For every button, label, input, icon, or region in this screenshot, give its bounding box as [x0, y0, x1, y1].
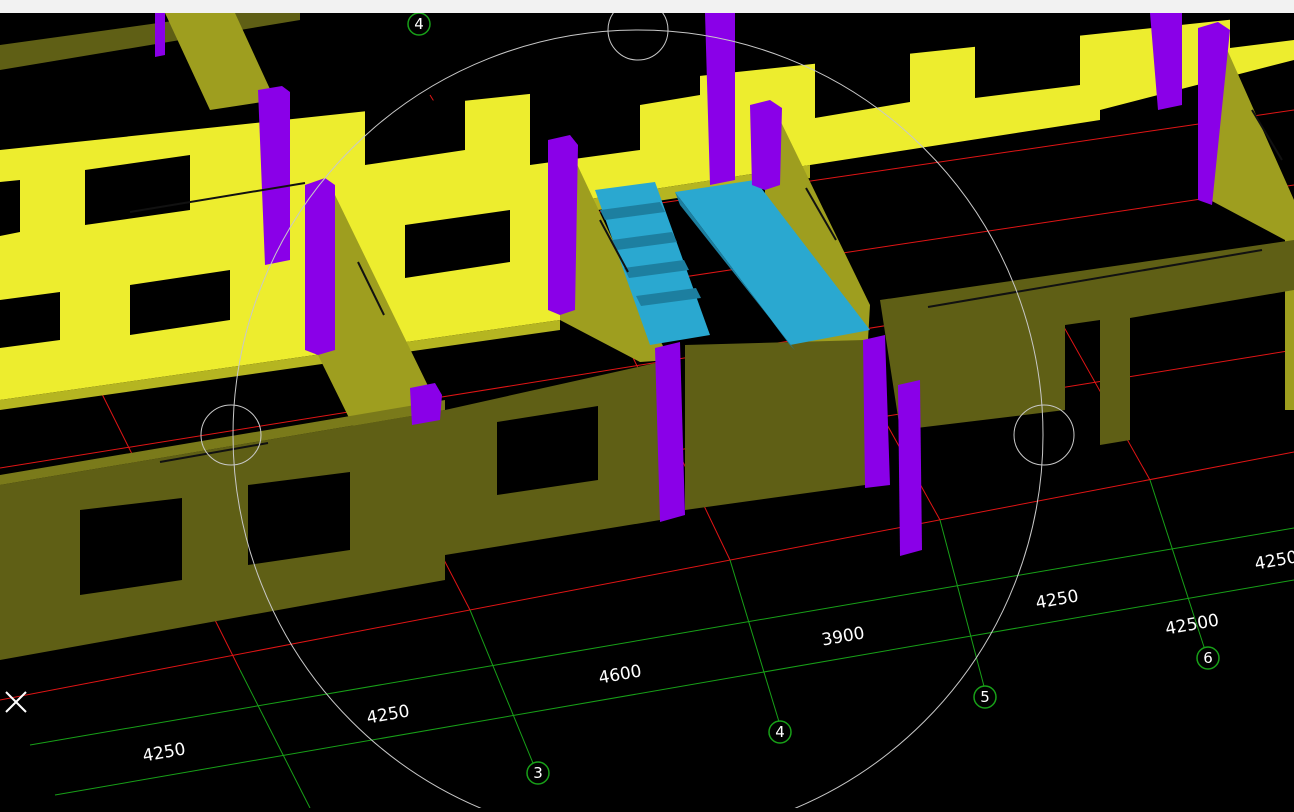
svg-text:6: 6	[1203, 649, 1213, 667]
axis-marker: 4	[768, 720, 792, 744]
svg-text:3: 3	[533, 764, 543, 782]
svg-text:5: 5	[980, 688, 990, 706]
cad-3d-viewport[interactable]: 4 3 4 5 6 4250 4250 4600 3900 4250 4250 …	[0, 0, 1294, 812]
top-bar	[0, 0, 1294, 13]
svg-text:4: 4	[414, 15, 424, 33]
axis-marker: 3	[526, 761, 550, 785]
axis-marker: 6	[1196, 646, 1220, 670]
axis-marker: 5	[973, 685, 997, 709]
svg-text:4: 4	[775, 723, 785, 741]
axis-marker: 4	[407, 12, 431, 36]
